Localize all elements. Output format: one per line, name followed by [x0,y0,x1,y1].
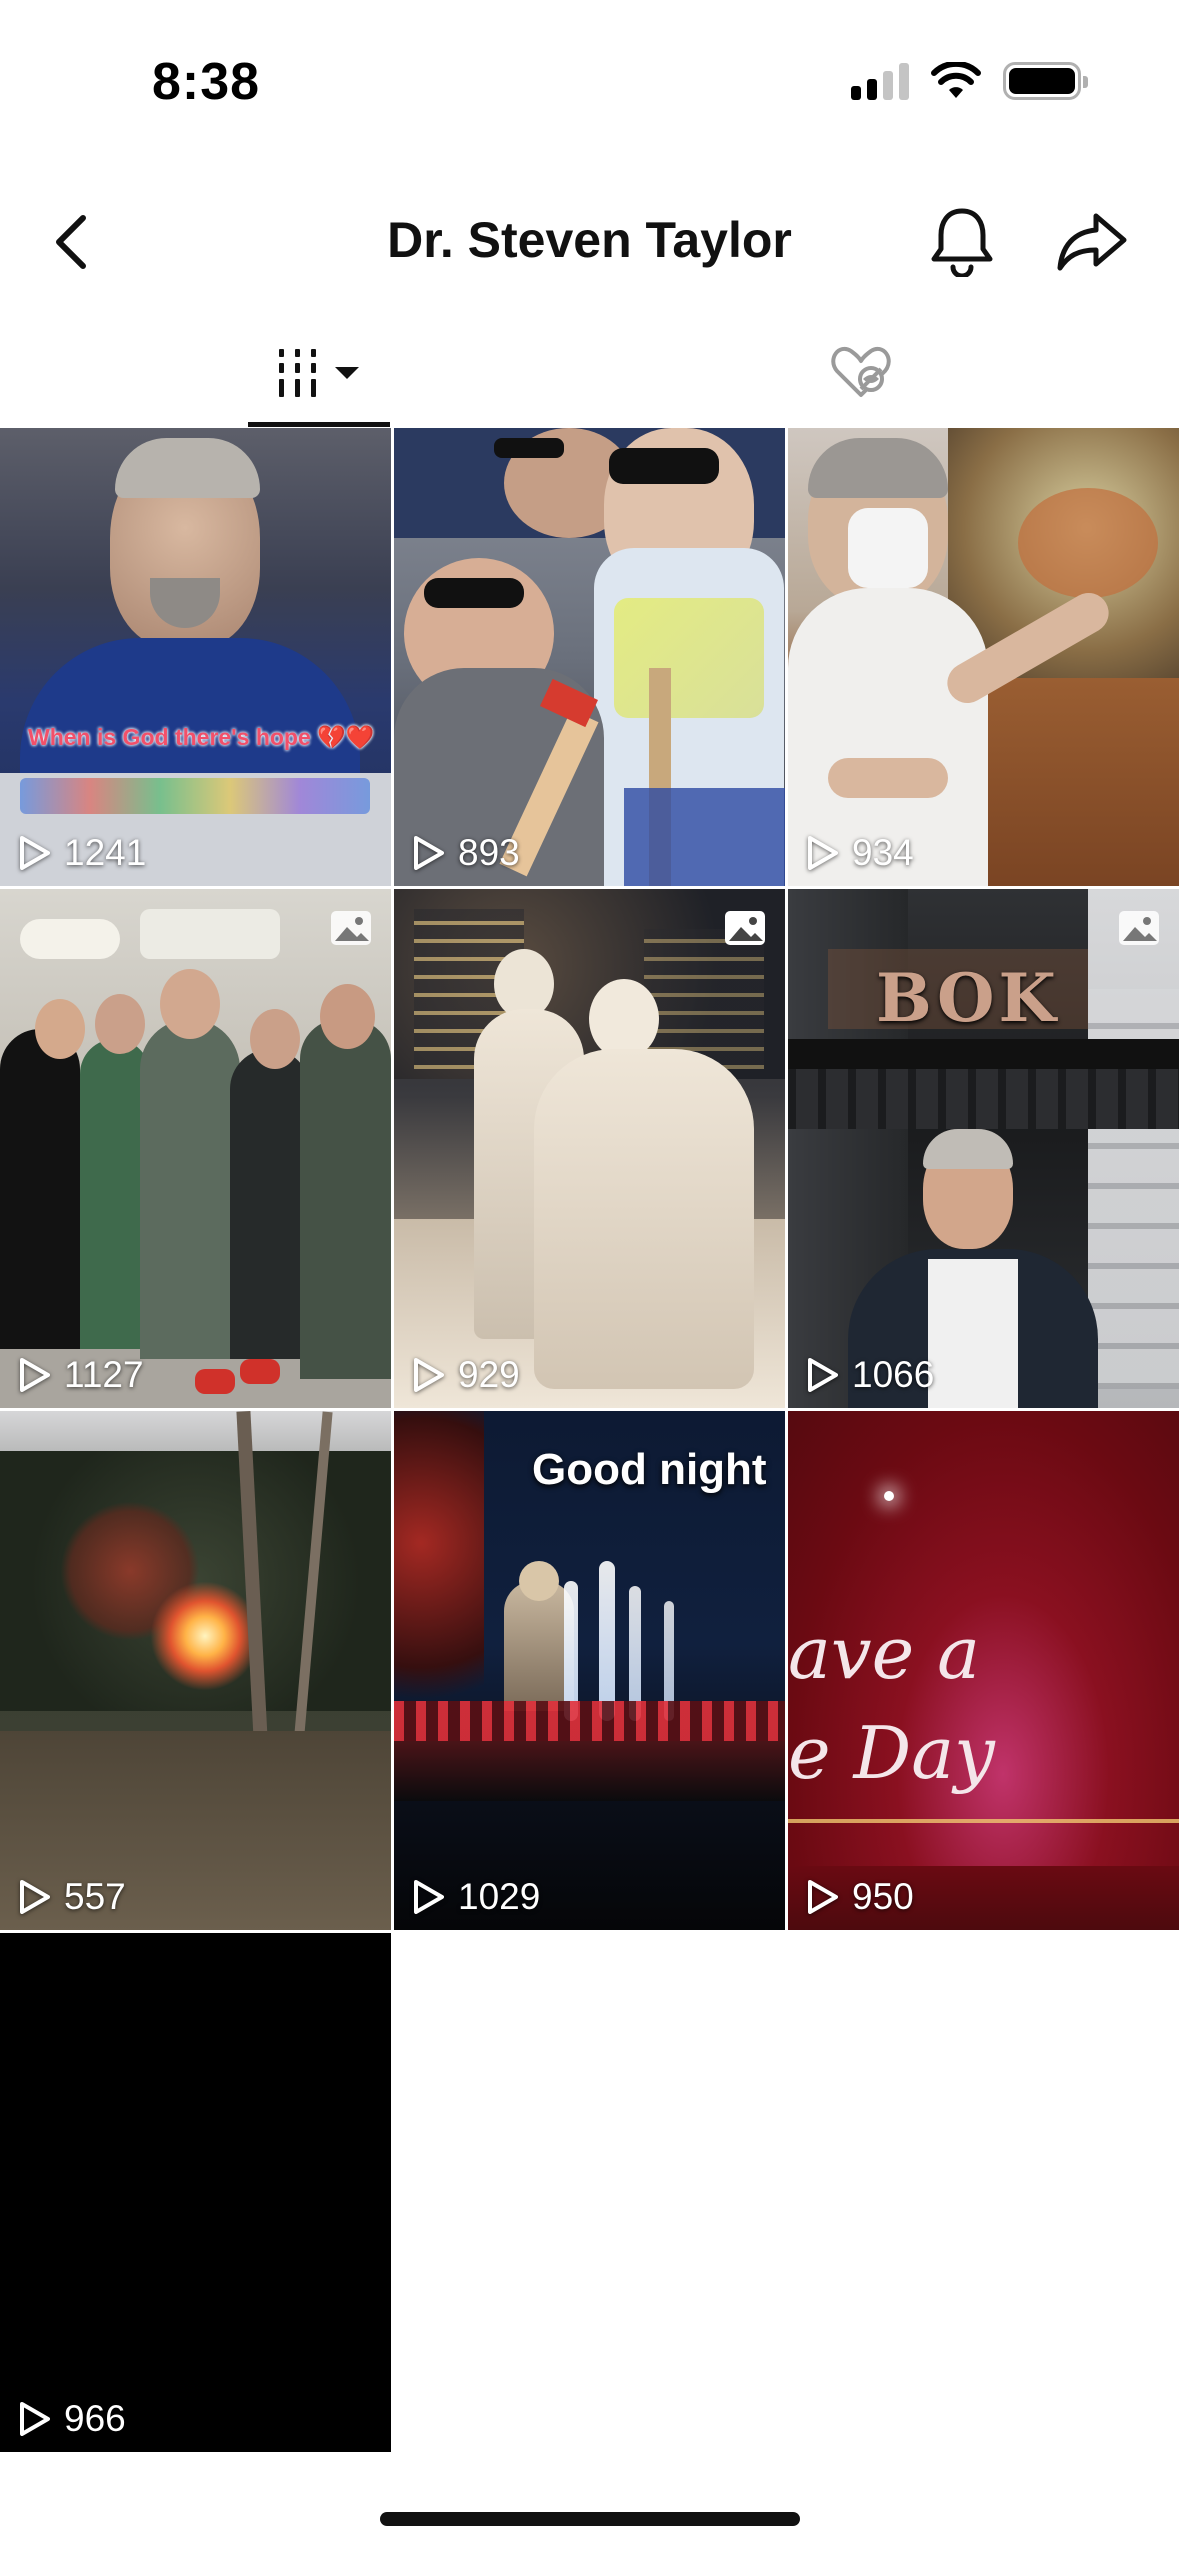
video-tile[interactable]: When is God there's hope 💔❤️ 1241 [0,428,391,886]
video-tile[interactable]: 929 [394,889,785,1408]
view-count: 950 [806,1876,914,1918]
video-caption: When is God there's hope 💔❤️ [28,724,375,750]
play-icon [20,1358,50,1392]
video-tile[interactable]: ave a e Day 950 [788,1411,1179,1930]
video-caption-line2: e Day [788,1711,995,1795]
view-count: 1029 [412,1876,540,1918]
play-icon [414,1358,444,1392]
share-arrow-icon [1057,213,1127,271]
photo-icon [725,911,765,945]
photo-icon [1119,911,1159,945]
battery-icon [1003,62,1088,100]
header: Dr. Steven Taylor [0,185,1179,300]
view-count-value: 1066 [852,1354,935,1395]
view-count: 1066 [806,1354,934,1396]
status-time: 8:38 [152,53,261,111]
active-tab-indicator [248,422,390,427]
wifi-icon [931,62,981,98]
video-grid: When is God there's hope 💔❤️ 1241 893 93… [0,428,1179,2452]
view-count-value: 893 [458,832,520,873]
view-count: 1127 [18,1354,144,1396]
view-count-value: 934 [852,832,914,873]
video-tile[interactable]: 893 [394,428,785,886]
heart-hidden-icon [831,347,891,397]
play-icon [414,1880,444,1914]
video-tile[interactable]: 1127 [0,889,391,1408]
tab-videos[interactable] [248,318,390,428]
video-caption-line1: ave a [788,1611,981,1695]
view-count: 1241 [18,832,146,874]
view-count: 966 [18,2398,126,2440]
view-count-value: 929 [458,1354,520,1395]
view-count-value: 1029 [458,1876,541,1917]
view-count-value: 1127 [64,1354,144,1395]
bell-icon [931,208,993,277]
video-tile[interactable]: BOK 1066 [788,889,1179,1408]
play-icon [20,2402,50,2436]
play-icon [20,1880,50,1914]
home-indicator[interactable] [380,2512,800,2526]
play-icon [414,836,444,870]
view-count-value: 966 [64,2398,126,2439]
notifications-button[interactable] [922,201,1002,281]
grid-bars-icon [279,349,359,397]
video-tile[interactable]: 557 [0,1411,391,1930]
view-count-value: 1241 [64,832,147,873]
page-title: Dr. Steven Taylor [387,212,792,268]
view-count: 934 [806,832,914,874]
tab-liked[interactable] [790,318,932,428]
video-caption: Good night [532,1445,767,1494]
view-count: 557 [18,1876,126,1918]
view-count-value: 950 [852,1876,914,1917]
share-button[interactable] [1052,201,1132,281]
status-bar: 8:38 [0,0,1179,170]
photo-icon [331,911,371,945]
view-count: 929 [412,1354,520,1396]
video-tile[interactable]: 966 [0,1933,391,2452]
status-icons [851,62,1088,100]
video-tile[interactable]: 934 [788,428,1179,886]
view-count-value: 557 [64,1876,126,1917]
play-icon [808,836,838,870]
video-tile[interactable]: Good night 1029 [394,1411,785,1930]
play-icon [20,836,50,870]
play-icon [808,1880,838,1914]
profile-tabs [0,318,1179,428]
sign-text: BOK [876,959,1060,1037]
signal-icon [851,62,909,100]
play-icon [808,1358,838,1392]
view-count: 893 [412,832,520,874]
